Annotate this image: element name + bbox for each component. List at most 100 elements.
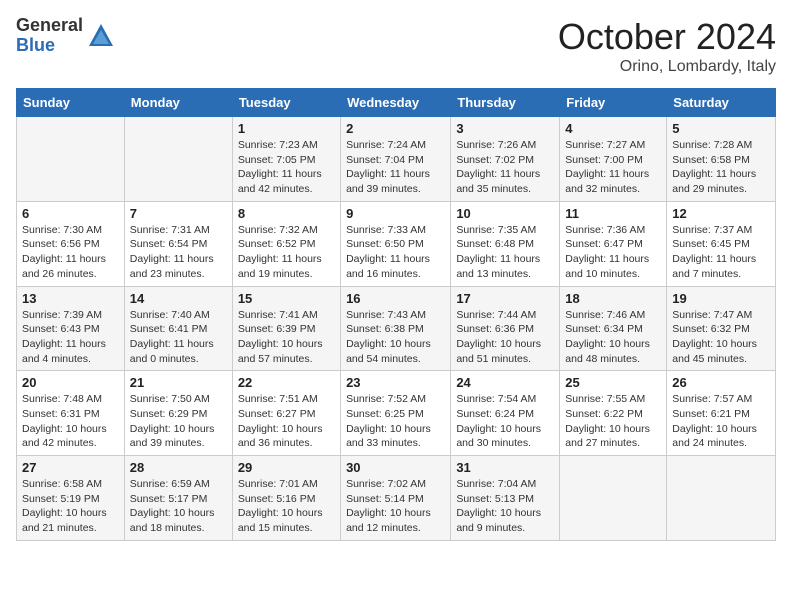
day-number: 6: [22, 206, 119, 221]
day-info: Sunrise: 7:40 AM Sunset: 6:41 PM Dayligh…: [130, 308, 227, 367]
day-number: 18: [565, 291, 661, 306]
day-info: Sunrise: 7:48 AM Sunset: 6:31 PM Dayligh…: [22, 392, 119, 451]
calendar-table: SundayMondayTuesdayWednesdayThursdayFrid…: [16, 88, 776, 541]
calendar-cell: 8 Sunrise: 7:32 AM Sunset: 6:52 PM Daylig…: [232, 201, 340, 286]
calendar-cell: 28 Sunrise: 6:59 AM Sunset: 5:17 PM Dayli…: [124, 456, 232, 541]
day-number: 27: [22, 460, 119, 475]
day-number: 8: [238, 206, 335, 221]
logo-icon: [87, 22, 115, 50]
calendar-cell: 10Sunrise: 7:35 AM Sunset: 6:48 PM Dayli…: [451, 201, 560, 286]
day-info: Sunrise: 7:54 AM Sunset: 6:24 PM Dayligh…: [456, 392, 554, 451]
day-number: 1: [238, 121, 335, 136]
day-number: 16: [346, 291, 445, 306]
day-info: Sunrise: 7:27 AM Sunset: 7:00 PM Dayligh…: [565, 138, 661, 197]
day-number: 14: [130, 291, 227, 306]
day-info: Sunrise: 7:55 AM Sunset: 6:22 PM Dayligh…: [565, 392, 661, 451]
calendar-cell: 1 Sunrise: 7:23 AM Sunset: 7:05 PM Daylig…: [232, 117, 340, 202]
calendar-cell: [667, 456, 776, 541]
day-info: Sunrise: 7:52 AM Sunset: 6:25 PM Dayligh…: [346, 392, 445, 451]
calendar-header-row: SundayMondayTuesdayWednesdayThursdayFrid…: [17, 89, 776, 117]
day-number: 26: [672, 375, 770, 390]
day-info: Sunrise: 7:43 AM Sunset: 6:38 PM Dayligh…: [346, 308, 445, 367]
day-info: Sunrise: 7:46 AM Sunset: 6:34 PM Dayligh…: [565, 308, 661, 367]
logo-blue-text: Blue: [16, 36, 83, 56]
calendar-cell: 18 Sunrise: 7:46 AM Sunset: 6:34 PM Dayli…: [560, 286, 667, 371]
calendar-cell: 25 Sunrise: 7:55 AM Sunset: 6:22 PM Dayli…: [560, 371, 667, 456]
day-number: 9: [346, 206, 445, 221]
day-number: 25: [565, 375, 661, 390]
header-friday: Friday: [560, 89, 667, 117]
day-info: Sunrise: 7:33 AM Sunset: 6:50 PM Dayligh…: [346, 223, 445, 282]
calendar-cell: 9 Sunrise: 7:33 AM Sunset: 6:50 PM Daylig…: [341, 201, 451, 286]
day-number: 29: [238, 460, 335, 475]
calendar-cell: 19 Sunrise: 7:47 AM Sunset: 6:32 PM Dayli…: [667, 286, 776, 371]
day-number: 3: [456, 121, 554, 136]
day-info: Sunrise: 7:50 AM Sunset: 6:29 PM Dayligh…: [130, 392, 227, 451]
calendar-cell: 23 Sunrise: 7:52 AM Sunset: 6:25 PM Dayli…: [341, 371, 451, 456]
calendar-cell: 20 Sunrise: 7:48 AM Sunset: 6:31 PM Dayli…: [17, 371, 125, 456]
header-sunday: Sunday: [17, 89, 125, 117]
title-block: October 2024 Orino, Lombardy, Italy: [558, 16, 776, 76]
day-number: 15: [238, 291, 335, 306]
day-info: Sunrise: 7:44 AM Sunset: 6:36 PM Dayligh…: [456, 308, 554, 367]
day-info: Sunrise: 7:37 AM Sunset: 6:45 PM Dayligh…: [672, 223, 770, 282]
header-saturday: Saturday: [667, 89, 776, 117]
day-info: Sunrise: 7:26 AM Sunset: 7:02 PM Dayligh…: [456, 138, 554, 197]
day-number: 10: [456, 206, 554, 221]
header-monday: Monday: [124, 89, 232, 117]
calendar-cell: 7 Sunrise: 7:31 AM Sunset: 6:54 PM Daylig…: [124, 201, 232, 286]
logo: General Blue: [16, 16, 115, 56]
day-number: 20: [22, 375, 119, 390]
day-number: 22: [238, 375, 335, 390]
calendar-cell: 31Sunrise: 7:04 AM Sunset: 5:13 PM Dayli…: [451, 456, 560, 541]
day-info: Sunrise: 6:59 AM Sunset: 5:17 PM Dayligh…: [130, 477, 227, 536]
calendar-cell: 12 Sunrise: 7:37 AM Sunset: 6:45 PM Dayli…: [667, 201, 776, 286]
calendar-week-row: 27 Sunrise: 6:58 AM Sunset: 5:19 PM Dayli…: [17, 456, 776, 541]
calendar-cell: 17Sunrise: 7:44 AM Sunset: 6:36 PM Dayli…: [451, 286, 560, 371]
day-number: 28: [130, 460, 227, 475]
calendar-cell: 14 Sunrise: 7:40 AM Sunset: 6:41 PM Dayli…: [124, 286, 232, 371]
location-subtitle: Orino, Lombardy, Italy: [558, 58, 776, 76]
calendar-cell: 15 Sunrise: 7:41 AM Sunset: 6:39 PM Dayli…: [232, 286, 340, 371]
calendar-cell: [17, 117, 125, 202]
day-info: Sunrise: 7:51 AM Sunset: 6:27 PM Dayligh…: [238, 392, 335, 451]
calendar-week-row: 1 Sunrise: 7:23 AM Sunset: 7:05 PM Daylig…: [17, 117, 776, 202]
day-info: Sunrise: 7:41 AM Sunset: 6:39 PM Dayligh…: [238, 308, 335, 367]
day-info: Sunrise: 7:36 AM Sunset: 6:47 PM Dayligh…: [565, 223, 661, 282]
calendar-cell: 16 Sunrise: 7:43 AM Sunset: 6:38 PM Dayli…: [341, 286, 451, 371]
day-number: 4: [565, 121, 661, 136]
day-info: Sunrise: 7:01 AM Sunset: 5:16 PM Dayligh…: [238, 477, 335, 536]
day-info: Sunrise: 7:39 AM Sunset: 6:43 PM Dayligh…: [22, 308, 119, 367]
day-info: Sunrise: 7:23 AM Sunset: 7:05 PM Dayligh…: [238, 138, 335, 197]
day-number: 19: [672, 291, 770, 306]
calendar-week-row: 20 Sunrise: 7:48 AM Sunset: 6:31 PM Dayli…: [17, 371, 776, 456]
calendar-cell: 13Sunrise: 7:39 AM Sunset: 6:43 PM Dayli…: [17, 286, 125, 371]
calendar-week-row: 13Sunrise: 7:39 AM Sunset: 6:43 PM Dayli…: [17, 286, 776, 371]
day-number: 7: [130, 206, 227, 221]
calendar-cell: 3 Sunrise: 7:26 AM Sunset: 7:02 PM Daylig…: [451, 117, 560, 202]
calendar-cell: 4 Sunrise: 7:27 AM Sunset: 7:00 PM Daylig…: [560, 117, 667, 202]
day-number: 11: [565, 206, 661, 221]
calendar-cell: 26Sunrise: 7:57 AM Sunset: 6:21 PM Dayli…: [667, 371, 776, 456]
header-thursday: Thursday: [451, 89, 560, 117]
header-tuesday: Tuesday: [232, 89, 340, 117]
calendar-cell: 6 Sunrise: 7:30 AM Sunset: 6:56 PM Daylig…: [17, 201, 125, 286]
day-number: 23: [346, 375, 445, 390]
day-info: Sunrise: 7:31 AM Sunset: 6:54 PM Dayligh…: [130, 223, 227, 282]
calendar-cell: 30Sunrise: 7:02 AM Sunset: 5:14 PM Dayli…: [341, 456, 451, 541]
day-info: Sunrise: 7:02 AM Sunset: 5:14 PM Dayligh…: [346, 477, 445, 536]
day-info: Sunrise: 7:32 AM Sunset: 6:52 PM Dayligh…: [238, 223, 335, 282]
day-info: Sunrise: 6:58 AM Sunset: 5:19 PM Dayligh…: [22, 477, 119, 536]
day-number: 31: [456, 460, 554, 475]
day-number: 5: [672, 121, 770, 136]
day-number: 12: [672, 206, 770, 221]
calendar-cell: 29 Sunrise: 7:01 AM Sunset: 5:16 PM Dayli…: [232, 456, 340, 541]
calendar-cell: 22 Sunrise: 7:51 AM Sunset: 6:27 PM Dayli…: [232, 371, 340, 456]
calendar-cell: 21Sunrise: 7:50 AM Sunset: 6:29 PM Dayli…: [124, 371, 232, 456]
calendar-cell: 11 Sunrise: 7:36 AM Sunset: 6:47 PM Dayli…: [560, 201, 667, 286]
day-info: Sunrise: 7:47 AM Sunset: 6:32 PM Dayligh…: [672, 308, 770, 367]
day-info: Sunrise: 7:30 AM Sunset: 6:56 PM Dayligh…: [22, 223, 119, 282]
calendar-cell: 24Sunrise: 7:54 AM Sunset: 6:24 PM Dayli…: [451, 371, 560, 456]
calendar-cell: 27 Sunrise: 6:58 AM Sunset: 5:19 PM Dayli…: [17, 456, 125, 541]
page-header: General Blue October 2024 Orino, Lombard…: [16, 16, 776, 76]
